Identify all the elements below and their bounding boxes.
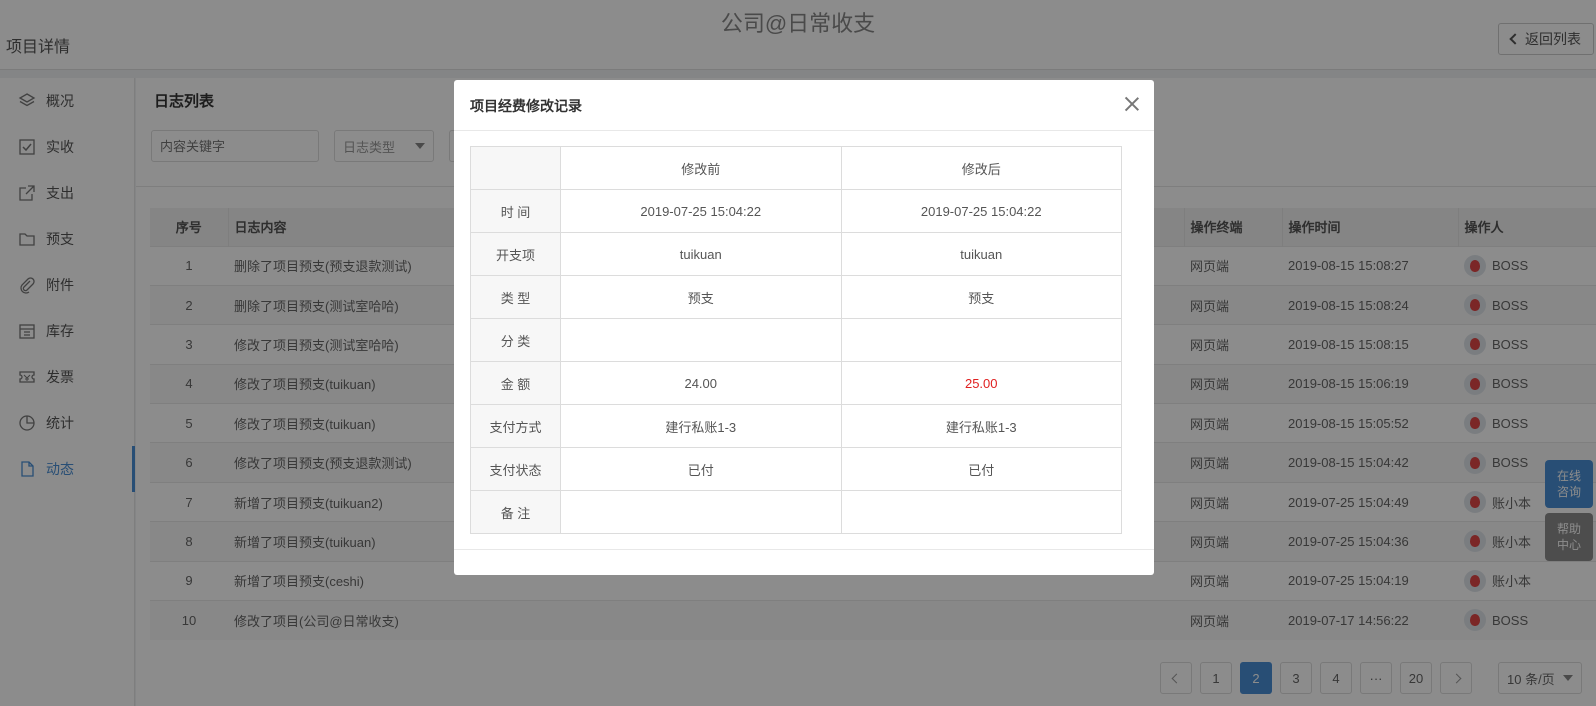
row-label: 支付状态 [470,447,561,491]
row-label: 支付方式 [470,404,561,448]
row-label: 时 间 [470,189,561,233]
comparison-row: 支付状态 已付 已付 [470,447,1122,491]
row-label: 类 型 [470,275,561,319]
comparison-row: 分 类 [470,318,1122,362]
value-before: 建行私账1-3 [560,404,842,448]
comparison-row: 时 间 2019-07-25 15:04:22 2019-07-25 15:04:2… [470,189,1122,233]
value-before: 24.00 [560,361,842,405]
comparison-row: 类 型预支 预支 [470,275,1122,319]
row-label: 分 类 [470,318,561,362]
value-before: tuikuan [560,232,842,276]
value-after: tuikuan [840,232,1122,276]
value-before [560,490,842,534]
comparison-header-row: 修改前 修改后 [470,146,1122,190]
value-after-changed: 25.00 [840,361,1122,405]
comparison-row: 支付方式 建行私账1-3 建行私账1-3 [470,404,1122,448]
value-before [560,318,842,362]
value-after [840,318,1122,362]
value-after: 2019-07-25 15:04:22 [840,189,1122,233]
row-label: 开支项 [470,232,561,276]
comparison-table: 修改前 修改后 时 间 2019-07-25 15:04:22 2019-07-25… [470,146,1122,534]
comparison-row: 备 注 [470,490,1122,534]
col-header-before: 修改前 [560,146,842,190]
row-label: 备 注 [470,490,561,534]
divider [454,130,1154,131]
value-before: 已付 [560,447,842,491]
comparison-row: 金 额 24.00 25.00 [470,361,1122,405]
value-after: 已付 [840,447,1122,491]
value-after: 建行私账1-3 [840,404,1122,448]
row-label: 金 额 [470,361,561,405]
divider [454,549,1154,550]
value-before: 2019-07-25 15:04:22 [560,189,842,233]
col-header-after: 修改后 [840,146,1122,190]
comparison-row: 开支项 tuikuan tuikuan [470,232,1122,276]
value-after [840,490,1122,534]
expense-change-record-dialog: 项目经费修改记录 修改前 修改后 时 间 2019-07-25 15:04:22 2… [454,80,1154,575]
dialog-title: 项目经费修改记录 [470,98,582,114]
value-after: 预支 [840,275,1122,319]
corner-cell [470,146,561,190]
value-before: 预支 [560,275,842,319]
close-icon[interactable] [1124,96,1140,112]
